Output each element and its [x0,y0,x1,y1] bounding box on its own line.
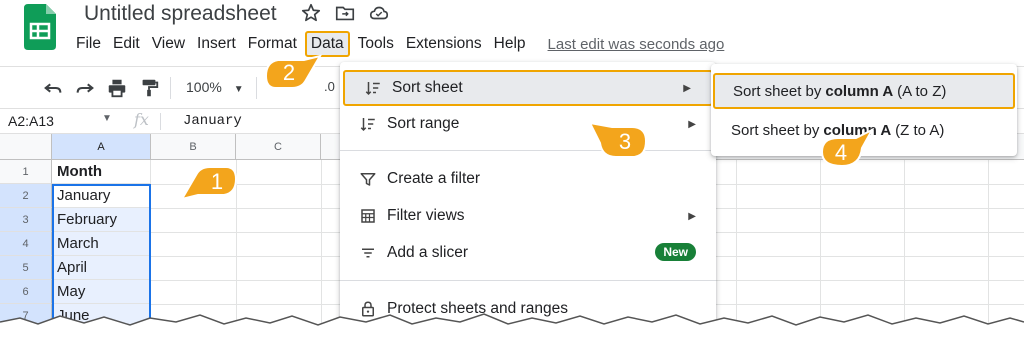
menu-item-filter-views[interactable]: Filter views ▶ [340,198,716,234]
menu-view[interactable]: View [146,33,191,55]
column-header-a[interactable]: A [52,134,151,160]
sort-icon [358,114,378,134]
menu-item-create-filter[interactable]: Create a filter [340,161,716,197]
cloud-status-icon[interactable] [368,2,390,24]
cell-a5[interactable]: April [52,256,151,280]
sort-a-to-z-option[interactable]: Sort sheet by column A (A to Z) [713,73,1015,109]
star-icon[interactable] [300,2,322,24]
slicer-icon [358,243,378,263]
redo-icon[interactable] [74,77,96,99]
submenu-arrow-icon: ▶ [688,210,696,222]
data-menu-dropdown: Sort sheet ▶ Sort range ▶ Create a filte… [340,62,716,339]
filter-icon [358,169,378,189]
row-header[interactable]: 5 [0,256,52,280]
cell-a1[interactable]: Month [52,160,151,184]
name-box[interactable]: A2:A13 [8,113,54,129]
menu-file[interactable]: File [70,33,107,55]
document-title[interactable]: Untitled spreadsheet [84,2,277,26]
submenu-arrow-icon: ▶ [688,118,696,130]
chevron-down-icon[interactable]: ▼ [102,113,112,124]
menu-insert[interactable]: Insert [191,33,242,55]
new-badge: New [655,243,696,261]
decimal-format-button[interactable]: .0 [324,79,335,94]
cell-a3[interactable]: February [52,208,151,232]
last-edit-link[interactable]: Last edit was seconds ago [548,36,725,53]
sheets-logo-icon[interactable] [22,4,58,50]
zoom-select[interactable]: 100% ▼ [186,79,244,95]
step-callout-2: 2 [262,52,324,94]
step-callout-1: 1 [178,161,240,203]
filter-views-icon [358,206,378,226]
row-header[interactable]: 3 [0,208,52,232]
formula-input[interactable]: January [183,113,242,129]
row-header[interactable]: 1 [0,160,52,184]
menu-help[interactable]: Help [488,33,532,55]
menu-edit[interactable]: Edit [107,33,146,55]
submenu-arrow-icon: ▶ [683,82,691,94]
menu-item-sort-range[interactable]: Sort range ▶ [340,106,716,142]
menu-extensions[interactable]: Extensions [400,33,488,55]
menu-tools[interactable]: Tools [352,33,400,55]
cell-a2[interactable]: January [52,184,151,208]
row-header[interactable]: 4 [0,232,52,256]
select-all-corner[interactable] [0,134,52,160]
step-callout-4: 4 [814,127,876,170]
torn-edge-decoration [0,313,1024,339]
undo-icon[interactable] [42,77,64,99]
menu-item-add-slicer[interactable]: Add a slicer New [340,235,716,271]
move-folder-icon[interactable] [334,2,356,24]
cell-a4[interactable]: March [52,232,151,256]
step-callout-3: 3 [588,121,650,163]
menu-item-sort-sheet[interactable]: Sort sheet ▶ [343,70,713,106]
paint-format-icon[interactable] [138,77,160,99]
row-header[interactable]: 2 [0,184,52,208]
print-icon[interactable] [106,77,128,99]
sort-icon [363,78,383,98]
column-header-c[interactable]: C [236,134,321,160]
menu-bar: File Edit View Insert Format Data Tools … [70,31,724,57]
fx-icon: fx [134,110,149,129]
column-header-b[interactable]: B [151,134,236,160]
